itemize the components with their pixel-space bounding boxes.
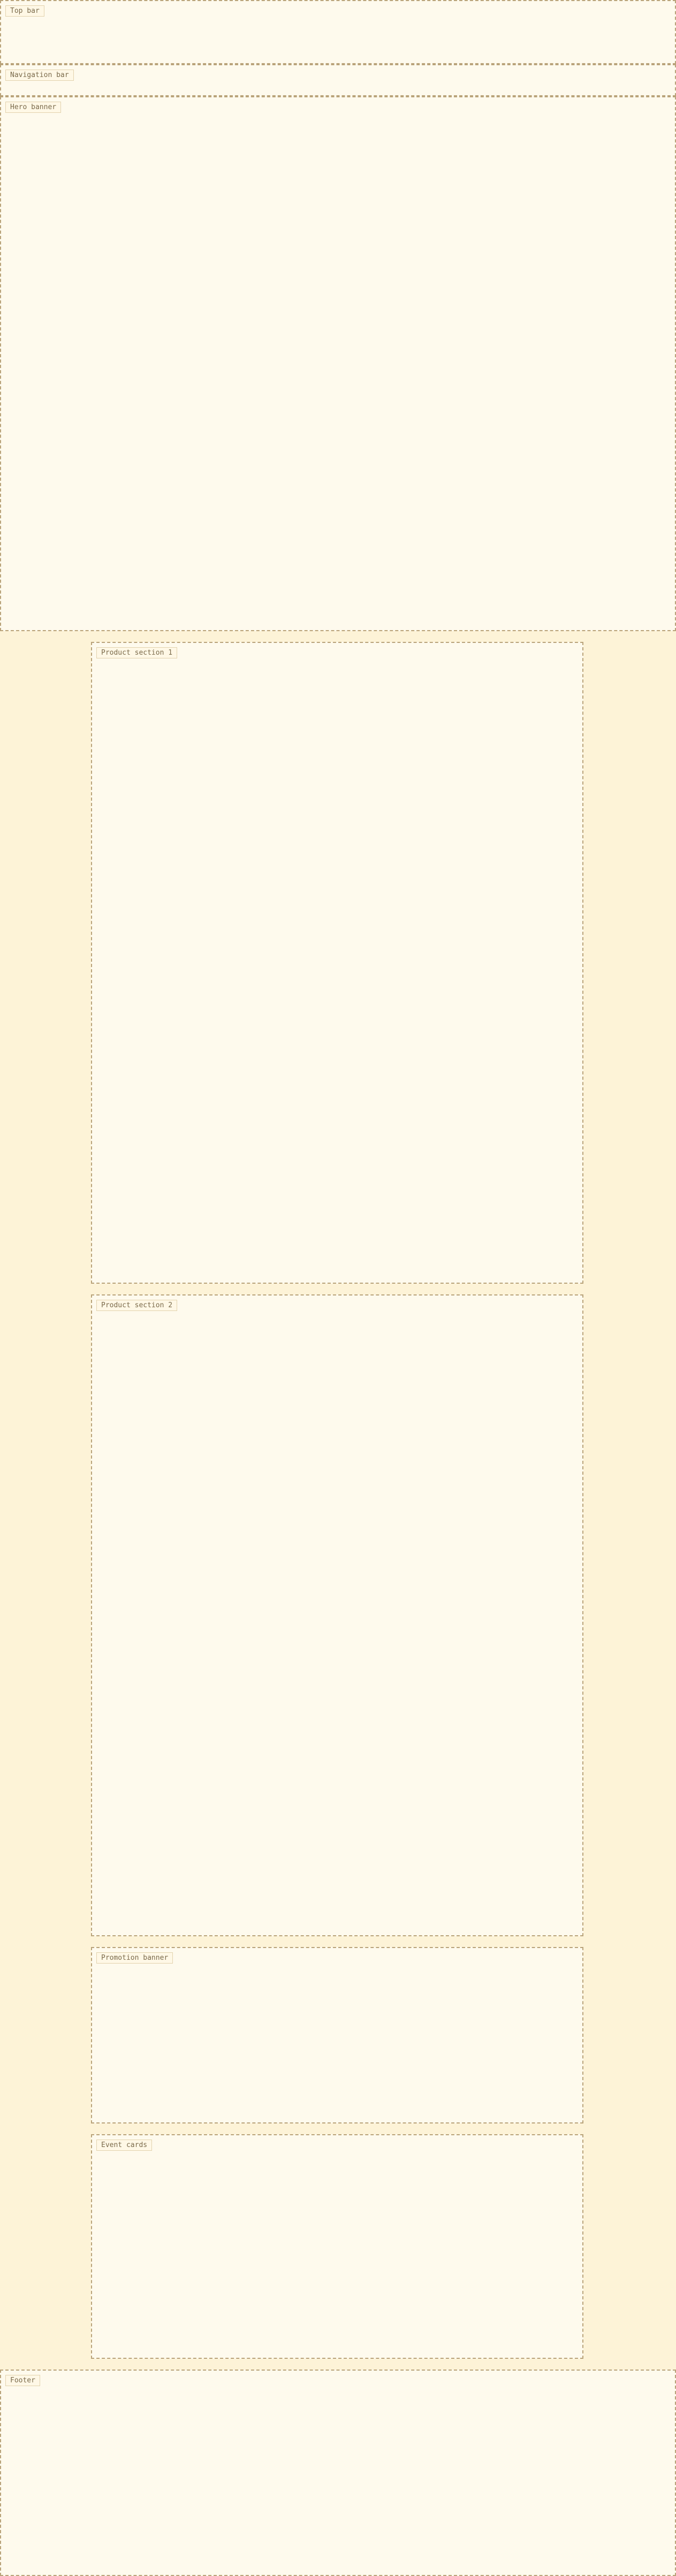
event-cards-label: Event cards bbox=[96, 2140, 153, 2151]
bath-section-label: Product section 1 bbox=[96, 647, 178, 658]
event-cards-region: Event cards bbox=[91, 2134, 583, 2359]
nav-bar-label: Navigation bar bbox=[5, 70, 74, 81]
nav-bar-region: Navigation bar bbox=[0, 64, 676, 96]
daily-section-region: Product section 2 bbox=[91, 1294, 583, 1936]
hero-banner-region: Hero banner bbox=[0, 96, 676, 631]
footer-label: Footer bbox=[5, 2375, 40, 2386]
top-bar-label: Top bar bbox=[5, 5, 44, 17]
hero-banner-label: Hero banner bbox=[5, 102, 62, 113]
promo-banner-region: Promotion banner bbox=[91, 1947, 583, 2123]
promo-banner-label: Promotion banner bbox=[96, 1952, 173, 1964]
daily-section-label: Product section 2 bbox=[96, 1300, 178, 1311]
top-bar-region: Top bar bbox=[0, 0, 676, 64]
bath-section-region: Product section 1 bbox=[91, 642, 583, 1284]
footer-region: Footer bbox=[0, 2370, 676, 2576]
